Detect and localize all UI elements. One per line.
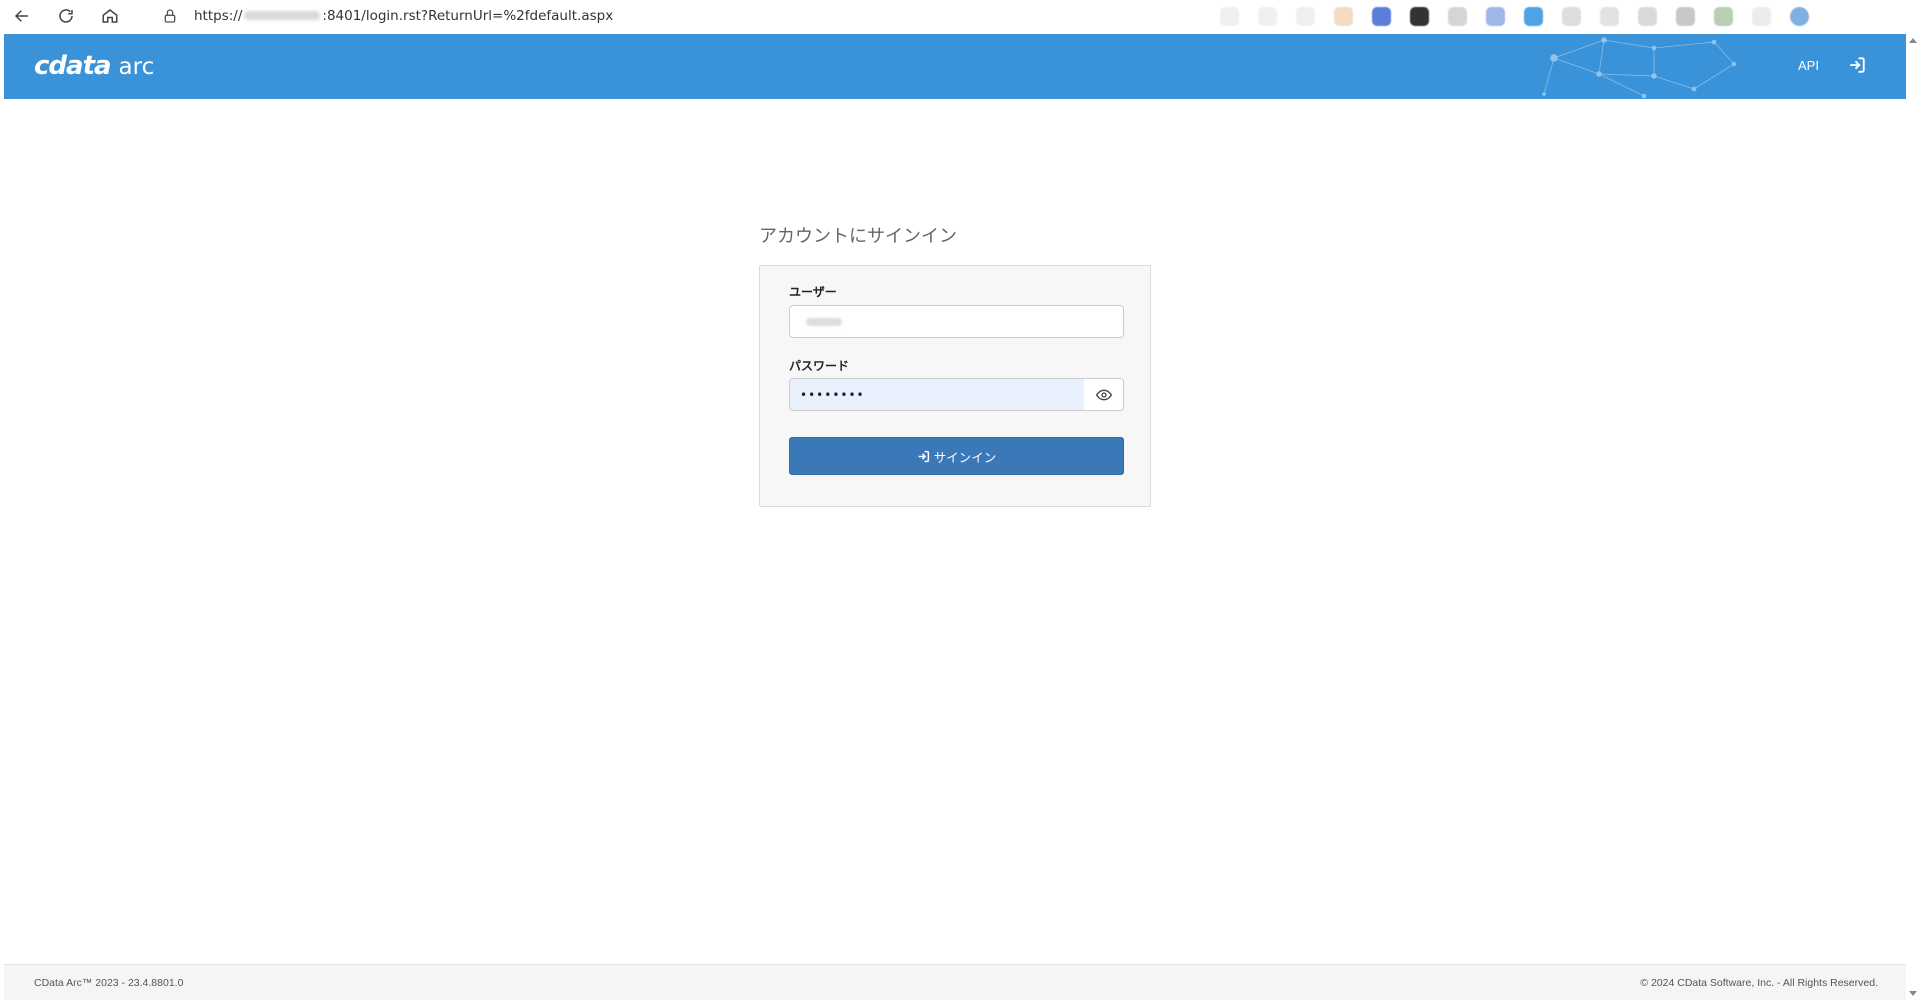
version-text: CData Arc™ 2023 - 23.4.8801.0	[34, 977, 184, 989]
profile-avatar[interactable]	[1790, 6, 1809, 26]
eye-icon	[1095, 389, 1112, 400]
scroll-down-arrow[interactable]	[1909, 991, 1917, 996]
home-icon	[102, 8, 118, 23]
api-link[interactable]: API	[1798, 58, 1819, 73]
page-footer: CData Arc™ 2023 - 23.4.8801.0 © 2024 CDa…	[4, 964, 1906, 1000]
logo-text-main: cdata	[34, 51, 112, 81]
home-button[interactable]	[88, 0, 132, 31]
password-input[interactable]: ••••••••	[789, 378, 1085, 411]
cdata-arc-logo[interactable]: cdata arc	[34, 51, 154, 81]
user-input[interactable]	[789, 305, 1124, 338]
extension-icon[interactable]	[1752, 6, 1771, 26]
arrow-left-icon	[14, 9, 28, 22]
extension-icon[interactable]	[1714, 6, 1733, 26]
extension-icon[interactable]	[1258, 6, 1277, 26]
extension-icon[interactable]	[1638, 6, 1657, 26]
network-graphic	[1542, 37, 1737, 99]
address-bar[interactable]: https://:8401/login.rst?ReturnUrl=%2fdef…	[148, 3, 1228, 28]
extension-icon[interactable]	[1410, 6, 1429, 26]
extension-icon[interactable]	[1296, 6, 1315, 26]
browser-toolbar: https://:8401/login.rst?ReturnUrl=%2fdef…	[0, 0, 1920, 31]
extension-icon[interactable]	[1600, 6, 1619, 26]
sign-in-icon	[918, 450, 929, 462]
browser-extensions	[1220, 4, 1809, 28]
login-panel: ユーザー パスワード •••••••• サインイン	[759, 265, 1151, 507]
lock-icon	[164, 8, 176, 23]
copyright-text: © 2024 CData Software, Inc. - All Rights…	[1640, 977, 1878, 989]
extension-icon[interactable]	[1372, 6, 1391, 26]
reload-button[interactable]	[44, 0, 88, 31]
redacted-host	[244, 11, 321, 20]
logo-text-sub: arc	[118, 54, 155, 80]
reload-icon	[59, 8, 73, 23]
login-title: アカウントにサインイン	[759, 226, 957, 247]
extension-icon[interactable]	[1524, 6, 1543, 26]
scroll-up-arrow[interactable]	[1909, 38, 1917, 43]
extension-icon[interactable]	[1676, 6, 1695, 26]
extension-icon[interactable]	[1220, 6, 1239, 26]
sign-in-icon[interactable]	[1848, 56, 1866, 74]
app-header: cdata arc API	[4, 34, 1906, 99]
page-scrollbar[interactable]	[1906, 34, 1920, 1000]
redacted-username	[806, 317, 842, 326]
url-text: https://:8401/login.rst?ReturnUrl=%2fdef…	[194, 7, 614, 24]
extension-icon[interactable]	[1334, 6, 1353, 26]
sign-in-label: サインイン	[933, 449, 997, 465]
sign-in-button[interactable]: サインイン	[789, 437, 1124, 475]
extension-icon[interactable]	[1562, 6, 1581, 26]
extension-icon[interactable]	[1486, 6, 1505, 26]
password-label: パスワード	[789, 359, 850, 373]
back-button[interactable]	[0, 0, 44, 31]
show-password-button[interactable]	[1084, 378, 1124, 411]
extension-icon[interactable]	[1448, 6, 1467, 26]
user-label: ユーザー	[789, 285, 837, 299]
